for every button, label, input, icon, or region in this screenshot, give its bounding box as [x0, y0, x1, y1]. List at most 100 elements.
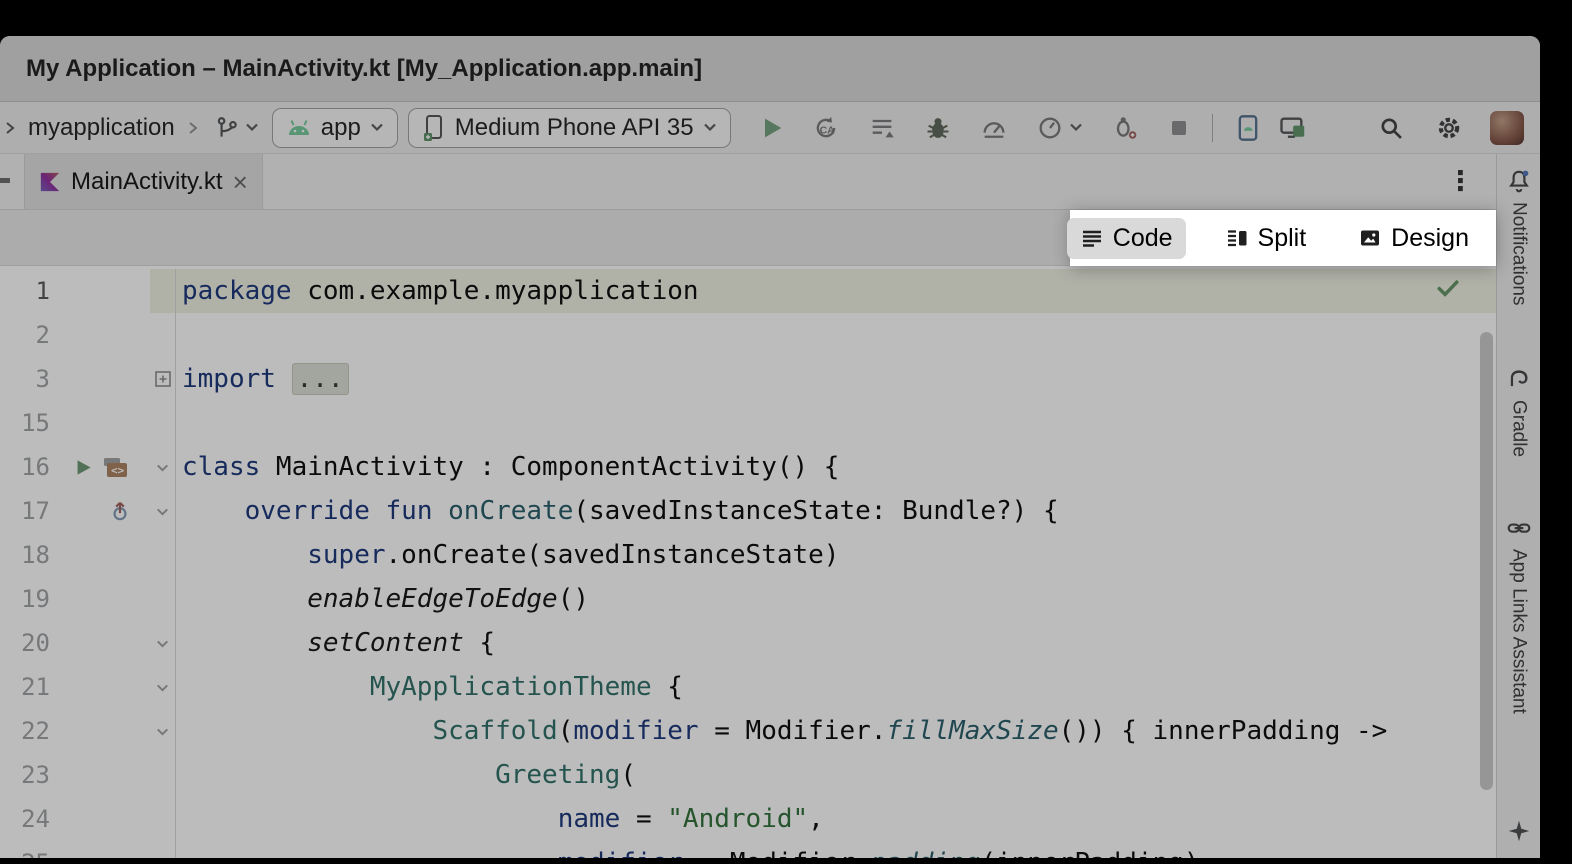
code-line-19[interactable]: 19 enableEdgeToEdge(): [0, 577, 1496, 621]
code-line-18[interactable]: 18 super.onCreate(savedInstanceState): [0, 533, 1496, 577]
code-line-3[interactable]: 3import ...: [0, 357, 1496, 401]
app-links-icon: [1506, 515, 1532, 541]
tab-mainactivity[interactable]: MainActivity.kt ×: [24, 154, 263, 209]
code-text[interactable]: Scaffold(modifier = Modifier.fillMaxSize…: [176, 709, 1496, 753]
build-button[interactable]: [865, 111, 899, 145]
code-line-16[interactable]: 16 <> class MainActivity : ComponentActivi…: [0, 445, 1496, 489]
fold-chevron-icon[interactable]: [154, 503, 171, 520]
line-number: 17: [0, 489, 50, 533]
fold-chevron-icon[interactable]: [154, 679, 171, 696]
code-text[interactable]: [176, 313, 1496, 357]
stripe-item-label: App Links Assistant: [1508, 549, 1530, 714]
window-title: My Application – MainActivity.kt [My_App…: [26, 55, 702, 83]
mode-button-design[interactable]: Design: [1345, 218, 1482, 259]
code-text[interactable]: setContent {: [176, 621, 1496, 665]
code-text[interactable]: name = "Android",: [176, 797, 1496, 841]
line-number: 15: [0, 401, 50, 445]
attach-debugger-button[interactable]: [1108, 111, 1142, 145]
main-toolbar: myapplication app Medium Phone API 35: [0, 102, 1540, 154]
run-button[interactable]: [755, 111, 789, 145]
mode-button-label: Design: [1391, 224, 1469, 253]
vcs-branch-icon: [214, 115, 240, 141]
search-icon: [1377, 114, 1405, 142]
mode-button-label: Split: [1258, 224, 1307, 253]
editor[interactable]: 1package com.example.myapplication23impo…: [0, 266, 1496, 858]
stripe-item-label: Gradle: [1508, 400, 1530, 457]
code-text[interactable]: class MainActivity : ComponentActivity()…: [176, 445, 1496, 489]
tab-options-icon[interactable]: ⋮: [1447, 166, 1474, 197]
profile-dropdown-button[interactable]: [1033, 111, 1086, 145]
ai-sparkle-icon[interactable]: [1506, 818, 1532, 844]
fold-chevron-icon[interactable]: [154, 459, 171, 476]
caret-down-icon: [703, 123, 717, 132]
run-play-icon: [758, 114, 786, 142]
editor-scrollbar[interactable]: [1480, 332, 1493, 790]
fold-chevron-icon[interactable]: [154, 723, 171, 740]
stop-icon: [1167, 116, 1191, 140]
apply-changes-icon: CA: [812, 114, 840, 142]
mode-button-code[interactable]: Code: [1067, 218, 1186, 259]
running-devices-button[interactable]: [1275, 111, 1309, 145]
tab-label: MainActivity.kt: [71, 168, 223, 196]
line-number: 23: [0, 753, 50, 797]
run-config-selector[interactable]: app: [272, 108, 398, 148]
stripe-item-app-links-assistant[interactable]: App Links Assistant: [1506, 515, 1532, 714]
kotlin-file-icon: [39, 171, 61, 193]
code-text[interactable]: modifier = Modifier.padding(innerPadding…: [176, 841, 1496, 858]
stripe-item-gradle[interactable]: Gradle: [1505, 364, 1533, 457]
apply-changes-button[interactable]: CA: [809, 111, 843, 145]
code-text[interactable]: Greeting(: [176, 753, 1496, 797]
line-number: 16: [0, 445, 50, 489]
compose-preview-icon[interactable]: <>: [102, 455, 129, 480]
inspection-status-icon[interactable]: [1434, 274, 1462, 302]
stripe-item-notifications[interactable]: Notifications: [1506, 168, 1532, 306]
breadcrumb-chevron-icon: [2, 120, 18, 136]
build-icon: [868, 114, 896, 142]
search-everywhere-button[interactable]: [1374, 111, 1408, 145]
project-widget[interactable]: myapplication: [28, 114, 175, 142]
device-manager-button[interactable]: [1231, 111, 1265, 145]
run-icon[interactable]: [74, 458, 93, 477]
window-titlebar: My Application – MainActivity.kt [My_App…: [0, 36, 1540, 102]
line-number: 25: [0, 841, 50, 858]
fold-plus-icon[interactable]: [154, 370, 172, 388]
stop-button[interactable]: [1164, 113, 1194, 143]
code-line-24[interactable]: 24 name = "Android",: [0, 797, 1496, 841]
code-line-2[interactable]: 2: [0, 313, 1496, 357]
caret-down-icon: [1069, 123, 1083, 132]
code-text[interactable]: import ...: [176, 357, 1496, 401]
code-line-15[interactable]: 15: [0, 401, 1496, 445]
code-line-17[interactable]: 17 override fun onCreate(savedInstanceSt…: [0, 489, 1496, 533]
settings-button[interactable]: [1432, 111, 1466, 145]
left-edge-mark: [0, 178, 10, 183]
line-number: 2: [0, 313, 50, 357]
toolbar-separator: [1212, 114, 1213, 142]
fold-chevron-icon[interactable]: [154, 635, 171, 652]
code-text[interactable]: [176, 401, 1496, 445]
code-line-21[interactable]: 21 MyApplicationTheme {: [0, 665, 1496, 709]
code-text[interactable]: package com.example.myapplication: [176, 269, 1496, 313]
debug-button[interactable]: [921, 111, 955, 145]
ide-window: My Application – MainActivity.kt [My_App…: [0, 36, 1540, 858]
code-text[interactable]: enableEdgeToEdge(): [176, 577, 1496, 621]
attach-debugger-icon: [1111, 114, 1139, 142]
code-text[interactable]: super.onCreate(savedInstanceState): [176, 533, 1496, 577]
override-method-icon[interactable]: [108, 499, 132, 523]
close-tab-icon[interactable]: ×: [233, 169, 248, 195]
vcs-widget[interactable]: [211, 112, 262, 144]
device-selector[interactable]: Medium Phone API 35: [408, 108, 731, 148]
mode-button-split[interactable]: Split: [1212, 218, 1320, 259]
profiler-button[interactable]: [977, 111, 1011, 145]
code-line-20[interactable]: 20 setContent {: [0, 621, 1496, 665]
code-line-22[interactable]: 22 Scaffold(modifier = Modifier.fillMaxS…: [0, 709, 1496, 753]
user-avatar[interactable]: [1490, 111, 1524, 145]
code-line-1[interactable]: 1package com.example.myapplication: [0, 269, 1496, 313]
code-text[interactable]: MyApplicationTheme {: [176, 665, 1496, 709]
code-area[interactable]: 1package com.example.myapplication23impo…: [0, 266, 1496, 858]
code-line-23[interactable]: 23 Greeting(: [0, 753, 1496, 797]
code-text[interactable]: override fun onCreate(savedInstanceState…: [176, 489, 1496, 533]
svg-text:CA: CA: [819, 124, 835, 136]
gradle-elephant-icon: [1505, 364, 1533, 392]
code-line-25[interactable]: 25 modifier = Modifier.padding(innerPadd…: [0, 841, 1496, 858]
line-number: 19: [0, 577, 50, 621]
